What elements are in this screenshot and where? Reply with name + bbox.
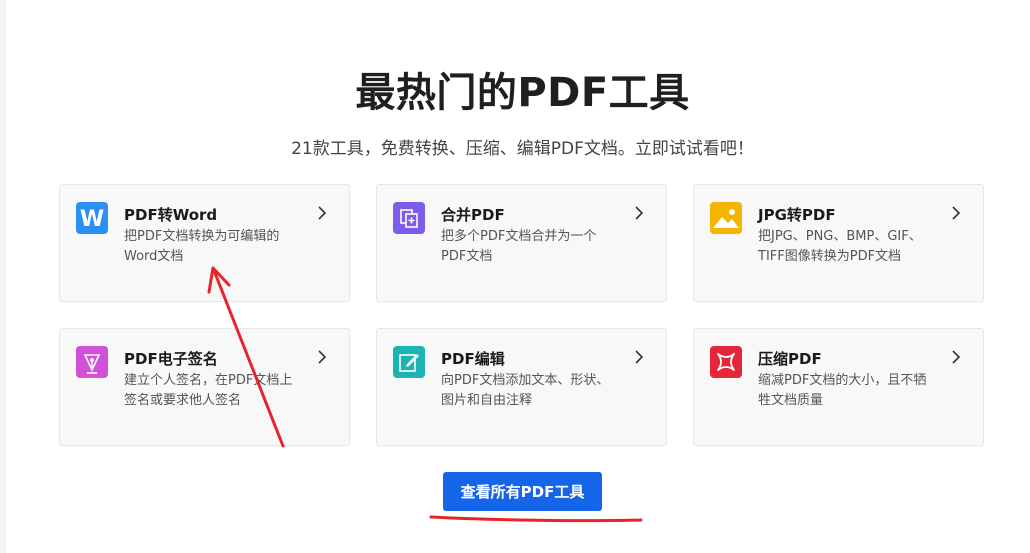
view-all-pdf-tools-button[interactable]: 查看所有PDF工具 xyxy=(443,472,602,511)
tool-card-description: 把多个PDF文档合并为一个PDF文档 xyxy=(441,229,597,264)
tool-card-pdf-e-signature[interactable]: PDF电子签名 建立个人签名，在PDF文档上签名或要求他人签名 xyxy=(59,328,350,446)
tool-card-title: 压缩PDF xyxy=(758,350,822,368)
word-icon: W xyxy=(76,202,108,234)
tool-card-title: JPG转PDF xyxy=(758,206,836,224)
tool-card-jpg-to-pdf[interactable]: JPG转PDF 把JPG、PNG、BMP、GIF、TIFF图像转换为PDF文档 xyxy=(693,184,984,302)
tool-card-title: PDF电子签名 xyxy=(124,350,218,368)
merge-icon xyxy=(393,202,425,234)
tool-card-pdf-to-word[interactable]: W PDF转Word 把PDF文档转换为可编辑的Word文档 xyxy=(59,184,350,302)
tool-card-description: 缩减PDF文档的大小，且不牺牲文档质量 xyxy=(758,373,927,408)
tool-card-merge-pdf[interactable]: 合并PDF 把多个PDF文档合并为一个PDF文档 xyxy=(376,184,667,302)
chevron-right-icon xyxy=(635,350,644,364)
annotation-underline xyxy=(429,515,643,523)
chevron-right-icon xyxy=(952,350,961,364)
edit-icon xyxy=(393,346,425,378)
tool-card-description: 向PDF文档添加文本、形状、图片和自由注释 xyxy=(441,373,610,408)
tool-card-description: 建立个人签名，在PDF文档上签名或要求他人签名 xyxy=(124,373,293,408)
page-title: 最热门的PDF工具 xyxy=(355,70,690,116)
chevron-right-icon xyxy=(318,206,327,220)
tool-card-title: 合并PDF xyxy=(441,206,505,224)
tool-card-description: 把PDF文档转换为可编辑的Word文档 xyxy=(124,229,280,264)
tool-card-compress-pdf[interactable]: 压缩PDF 缩减PDF文档的大小，且不牺牲文档质量 xyxy=(693,328,984,446)
tool-card-title: PDF转Word xyxy=(124,206,218,224)
compress-icon xyxy=(710,346,742,378)
tool-card-title: PDF编辑 xyxy=(441,350,505,368)
tool-card-description: 把JPG、PNG、BMP、GIF、TIFF图像转换为PDF文档 xyxy=(758,229,922,264)
chevron-right-icon xyxy=(952,206,961,220)
tool-card-edit-pdf[interactable]: PDF编辑 向PDF文档添加文本、形状、图片和自由注释 xyxy=(376,328,667,446)
chevron-right-icon xyxy=(318,350,327,364)
svg-text:W: W xyxy=(80,207,104,232)
page-subtitle: 21款工具，免费转换、压缩、编辑PDF文档。立即试试看吧！ xyxy=(291,139,754,159)
image-icon xyxy=(710,202,742,234)
chevron-right-icon xyxy=(635,206,644,220)
pen-nib-icon xyxy=(76,346,108,378)
